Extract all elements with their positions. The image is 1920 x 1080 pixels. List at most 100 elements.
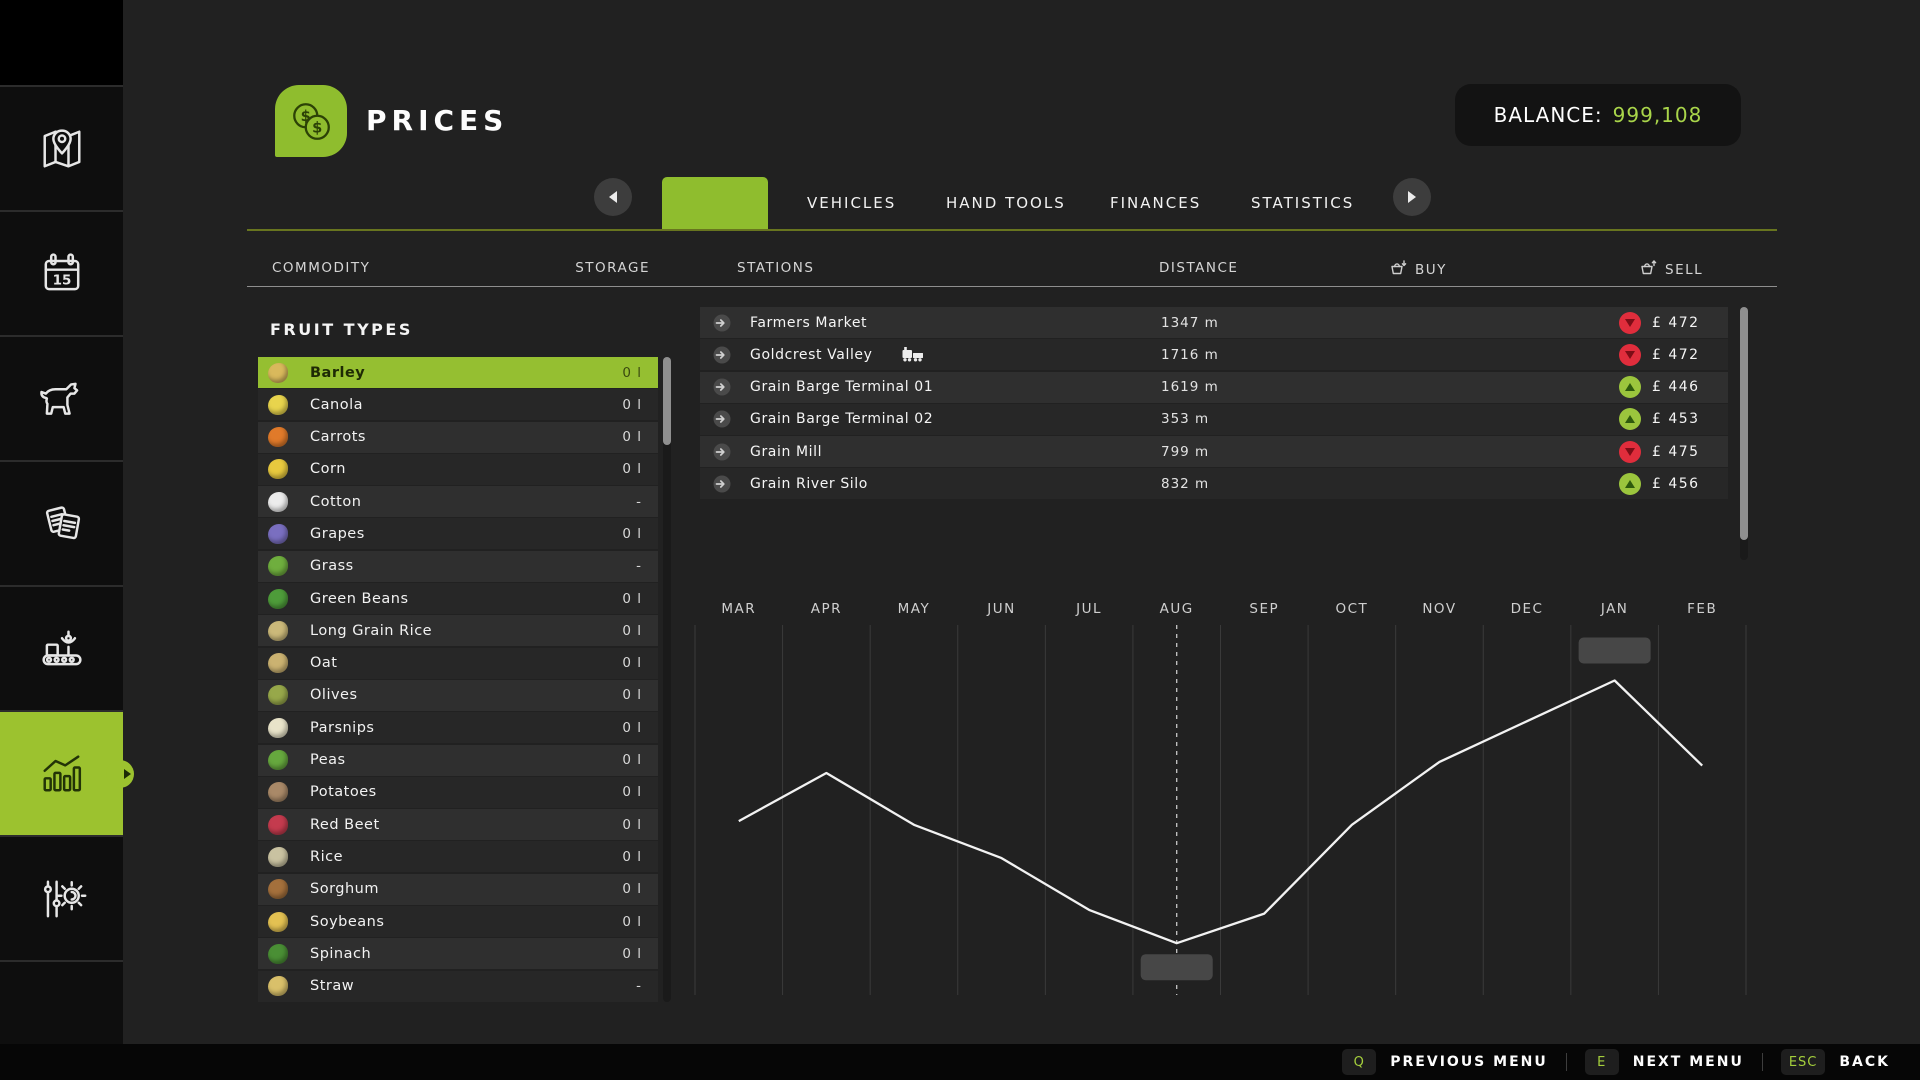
- chart-month-label: JUL: [1075, 601, 1102, 617]
- tab-statistics[interactable]: STATISTICS: [1251, 177, 1354, 229]
- chart-month-label: NOV: [1422, 601, 1456, 617]
- station-row-goldcrest-valley[interactable]: Goldcrest Valley 1716 m £ 472: [700, 339, 1728, 371]
- commodity-storage-value: 0 l: [622, 364, 642, 381]
- documents-icon: [35, 497, 89, 551]
- chart-month-label: JAN: [1600, 601, 1629, 617]
- commodity-label: Grapes: [310, 525, 365, 542]
- stations-scrollbar-track[interactable]: [1740, 307, 1748, 560]
- sidebar-item-production[interactable]: [0, 587, 123, 712]
- commodity-storage-value: 0 l: [622, 881, 642, 898]
- commodity-row-parsnips[interactable]: Parsnips 0 l: [258, 712, 658, 744]
- commodity-row-green-beans[interactable]: Green Beans 0 l: [258, 583, 658, 615]
- commodity-scrollbar-track[interactable]: [663, 357, 671, 1002]
- station-row-farmers-market[interactable]: Farmers Market 1347 m £ 472: [700, 307, 1728, 338]
- commodity-list: Barley 0 l Canola 0 l Carrots 0 l Corn 0 l Cotto…: [258, 357, 658, 1003]
- commodity-row-long-grain-rice[interactable]: Long Grain Rice 0 l: [258, 615, 658, 647]
- shortcut-label: BACK: [1839, 1054, 1890, 1070]
- tab-vehicles[interactable]: VEHICLES: [807, 177, 896, 229]
- commodity-row-rice[interactable]: Rice 0 l: [258, 841, 658, 873]
- commodity-row-grass[interactable]: Grass -: [258, 550, 658, 582]
- commodity-label: Parsnips: [310, 719, 375, 736]
- station-sell-price: £ 453: [1652, 411, 1700, 428]
- commodity-row-corn[interactable]: Corn 0 l: [258, 453, 658, 485]
- commodity-row-soybeans[interactable]: Soybeans 0 l: [258, 906, 658, 938]
- station-row-grain-barge-terminal-02[interactable]: Grain Barge Terminal 02 353 m £ 453: [700, 403, 1728, 435]
- station-row-grain-barge-terminal-01[interactable]: Grain Barge Terminal 01 1619 m £ 446: [700, 371, 1728, 403]
- commodity-row-olives[interactable]: Olives 0 l: [258, 679, 658, 711]
- station-name: Grain River Silo: [750, 475, 868, 492]
- price-trend-up-icon: [1619, 376, 1641, 399]
- station-row-grain-river-silo[interactable]: Grain River Silo 832 m £ 456: [700, 468, 1728, 500]
- commodity-label: Long Grain Rice: [310, 622, 433, 639]
- tab-finances[interactable]: FINANCES: [1110, 177, 1201, 229]
- commodity-row-peas[interactable]: Peas 0 l: [258, 744, 658, 776]
- chevron-left-icon: [609, 191, 617, 203]
- commodity-label: Corn: [310, 461, 346, 478]
- column-header-commodity: COMMODITY: [272, 260, 371, 276]
- commodity-label: Grass: [310, 558, 354, 575]
- parsnip-icon: [268, 717, 288, 738]
- station-distance: 799 m: [1161, 443, 1210, 460]
- station-row-grain-mill[interactable]: Grain Mill 799 m £ 475: [700, 436, 1728, 468]
- commodity-row-cotton[interactable]: Cotton -: [258, 486, 658, 518]
- stations-scrollbar-thumb[interactable]: [1740, 307, 1748, 540]
- price-trend-down-icon: [1619, 311, 1641, 334]
- commodity-row-canola[interactable]: Canola 0 l: [258, 389, 658, 421]
- station-name: Goldcrest Valley: [750, 346, 873, 363]
- grapes-icon: [268, 523, 288, 544]
- commodity-scrollbar-thumb[interactable]: [663, 357, 671, 445]
- map-icon: [35, 122, 89, 176]
- sidebar: 15: [0, 0, 123, 1044]
- commodity-row-oat[interactable]: Oat 0 l: [258, 647, 658, 679]
- station-name: Grain Barge Terminal 01: [750, 379, 934, 396]
- chart-min-label-box: [1140, 954, 1213, 981]
- shortcut-back[interactable]: ESC BACK: [1780, 1049, 1890, 1075]
- column-header-sell: SELL: [1640, 260, 1703, 280]
- soybeans-icon: [268, 911, 288, 932]
- commodity-row-sorghum[interactable]: Sorghum 0 l: [258, 873, 658, 905]
- shortcut-next-menu[interactable]: E NEXT MENU: [1584, 1049, 1744, 1075]
- commodity-label: Peas: [310, 752, 346, 769]
- chart-month-label: FEB: [1687, 601, 1717, 617]
- tab-hand-tools[interactable]: HAND TOOLS: [946, 177, 1066, 229]
- basket-arrow-up-icon: [1640, 260, 1657, 280]
- commodity-storage-value: 0 l: [622, 752, 642, 769]
- commodity-label: Sorghum: [310, 881, 379, 898]
- shortcut-previous-menu[interactable]: Q PREVIOUS MENU: [1342, 1049, 1547, 1075]
- tabs-next-button[interactable]: [1393, 178, 1431, 216]
- station-hotspot-icon: [712, 313, 732, 333]
- sidebar-item-statistics[interactable]: [0, 712, 123, 837]
- commodity-row-grapes[interactable]: Grapes 0 l: [258, 518, 658, 550]
- commodity-row-spinach[interactable]: Spinach 0 l: [258, 938, 658, 970]
- station-distance: 1716 m: [1161, 346, 1219, 363]
- commodity-label: Potatoes: [310, 784, 377, 801]
- commodity-row-potatoes[interactable]: Potatoes 0 l: [258, 776, 658, 808]
- canola-icon: [268, 394, 288, 415]
- tab-prices-active[interactable]: [662, 177, 768, 229]
- station-sell-price: £ 472: [1652, 346, 1700, 363]
- svg-text:$: $: [312, 120, 322, 137]
- olives-icon: [268, 685, 288, 706]
- sidebar-item-calendar[interactable]: 15: [0, 212, 123, 337]
- sidebar-item-contracts[interactable]: [0, 462, 123, 587]
- sidebar-item-animals[interactable]: [0, 337, 123, 462]
- peas-icon: [268, 750, 288, 771]
- commodity-storage-value: 0 l: [622, 461, 642, 478]
- commodity-label: Canola: [310, 396, 363, 413]
- commodity-row-red-beet[interactable]: Red Beet 0 l: [258, 809, 658, 841]
- red-beet-icon: [268, 814, 288, 835]
- potato-icon: [268, 782, 288, 803]
- sidebar-item-settings[interactable]: [0, 837, 123, 962]
- commodity-row-carrots[interactable]: Carrots 0 l: [258, 421, 658, 453]
- tabs-prev-button[interactable]: [594, 178, 632, 216]
- commodity-row-straw[interactable]: Straw -: [258, 970, 658, 1002]
- station-hotspot-icon: [712, 345, 732, 365]
- commodity-row-barley[interactable]: Barley 0 l: [258, 357, 658, 388]
- commodity-label: Carrots: [310, 429, 366, 446]
- sidebar-item-map[interactable]: [0, 87, 123, 212]
- commodity-storage-value: 0 l: [622, 655, 642, 672]
- chart-month-label: SEP: [1249, 601, 1279, 617]
- station-sell-price: £ 475: [1652, 443, 1700, 460]
- sidebar-logo-area: [0, 0, 123, 87]
- chart-month-label: MAR: [721, 601, 756, 617]
